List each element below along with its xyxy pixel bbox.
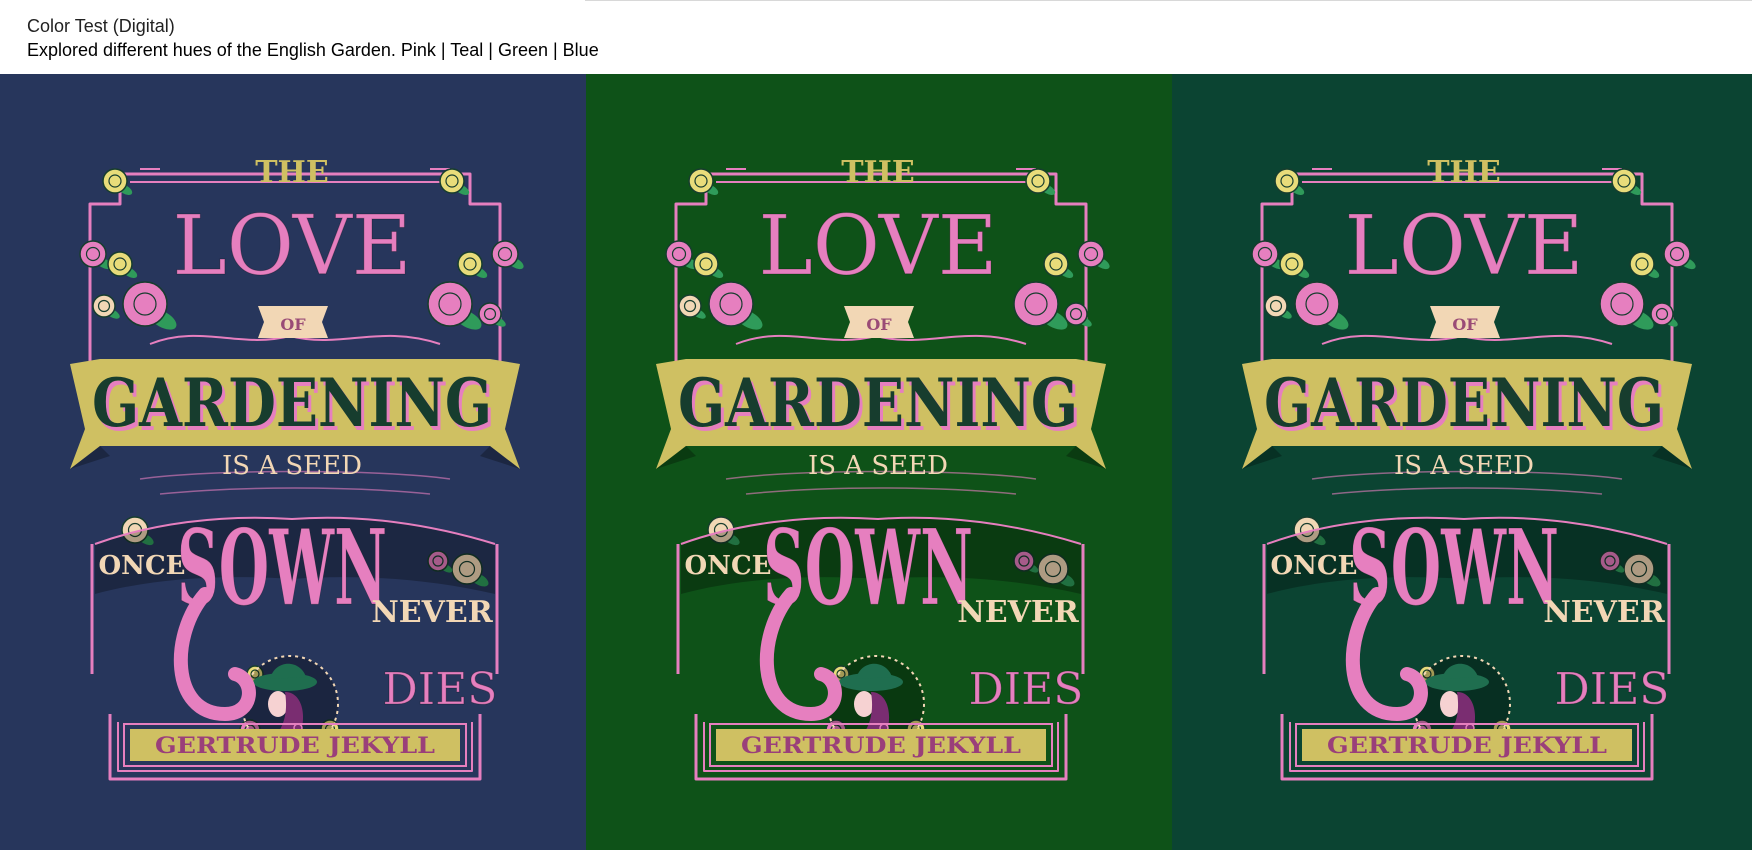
rose-ornament — [1274, 168, 1300, 194]
word-dies: DIES — [383, 664, 498, 715]
word-of: OF — [280, 315, 306, 334]
rose-ornament — [1251, 240, 1279, 268]
poster-panel-green: THE LOVE OF GARDENING GARDENING IS A SEE… — [586, 74, 1172, 850]
rose-ornament — [122, 281, 168, 327]
author-name: GERTRUDE JEKYLL — [1327, 733, 1607, 759]
word-love: LOVE — [1344, 199, 1583, 294]
word-never: NEVER — [957, 595, 1079, 630]
rose-ornament — [1077, 240, 1105, 268]
rose-ornament — [1013, 281, 1059, 327]
word-never: NEVER — [371, 595, 493, 630]
word-the: THE — [841, 155, 915, 190]
word-dies: DIES — [969, 664, 1084, 715]
word-once: ONCE — [1271, 551, 1358, 581]
word-gardening-main: GARDENING — [678, 364, 1078, 442]
caption-title: Color Test (Digital) — [27, 16, 175, 36]
rose-ornament — [1611, 168, 1637, 194]
rose-ornament — [1025, 168, 1051, 194]
rose-ornament — [92, 294, 116, 318]
rose-ornament — [678, 294, 702, 318]
caption-header: Color Test (Digital) Explored different … — [0, 0, 1752, 74]
word-gardening-main: GARDENING — [1264, 364, 1664, 442]
word-gardening-main: GARDENING — [92, 364, 492, 442]
rose-ornament — [688, 168, 714, 194]
word-of: OF — [1452, 315, 1478, 334]
poster-panel-blue: THE LOVE OF GARDENING GARDENING IS A SEE… — [0, 74, 586, 850]
rose-ornament — [1629, 251, 1655, 277]
word-of: OF — [866, 315, 892, 334]
rose-ornament — [102, 168, 128, 194]
poster-artwork: THE LOVE OF GARDENING GARDENING IS A SEE… — [1172, 74, 1752, 850]
rose-ornament — [1043, 251, 1069, 277]
poster-artwork: THE LOVE OF GARDENING GARDENING IS A SEE… — [586, 74, 1172, 850]
rose-ornament — [491, 240, 519, 268]
rose-ornament — [1650, 302, 1674, 326]
word-the: THE — [1427, 155, 1501, 190]
author-name: GERTRUDE JEKYLL — [155, 733, 435, 759]
rose-ornament — [1064, 302, 1088, 326]
rose-ornament — [457, 251, 483, 277]
word-once: ONCE — [99, 551, 186, 581]
rose-ornament — [1264, 294, 1288, 318]
phrase-is-a-seed: IS A SEED — [222, 451, 362, 481]
caption-subtitle: Explored different hues of the English G… — [27, 40, 599, 60]
word-never: NEVER — [1543, 595, 1665, 630]
phrase-is-a-seed: IS A SEED — [1394, 451, 1534, 481]
rose-ornament — [107, 251, 133, 277]
word-love: LOVE — [172, 199, 411, 294]
rose-ornament — [665, 240, 693, 268]
rose-ornament — [427, 281, 473, 327]
poster-artwork: THE LOVE OF GARDENING GARDENING IS A SEE… — [0, 74, 586, 850]
word-sown: SOWN — [763, 506, 973, 629]
word-love: LOVE — [758, 199, 997, 294]
word-the: THE — [255, 155, 329, 190]
rose-ornament — [1294, 281, 1340, 327]
rose-ornament — [693, 251, 719, 277]
rose-ornament — [708, 281, 754, 327]
rose-ornament — [1663, 240, 1691, 268]
word-sown: SOWN — [177, 506, 387, 629]
rose-ornament — [1599, 281, 1645, 327]
divider — [585, 0, 1752, 1]
poster-panel-teal: THE LOVE OF GARDENING GARDENING IS A SEE… — [1172, 74, 1752, 850]
word-once: ONCE — [685, 551, 772, 581]
rose-ornament — [1279, 251, 1305, 277]
word-sown: SOWN — [1349, 506, 1559, 629]
phrase-is-a-seed: IS A SEED — [808, 451, 948, 481]
rose-ornament — [79, 240, 107, 268]
rose-ornament — [478, 302, 502, 326]
rose-ornament — [439, 168, 465, 194]
author-name: GERTRUDE JEKYLL — [741, 733, 1021, 759]
word-dies: DIES — [1555, 664, 1670, 715]
